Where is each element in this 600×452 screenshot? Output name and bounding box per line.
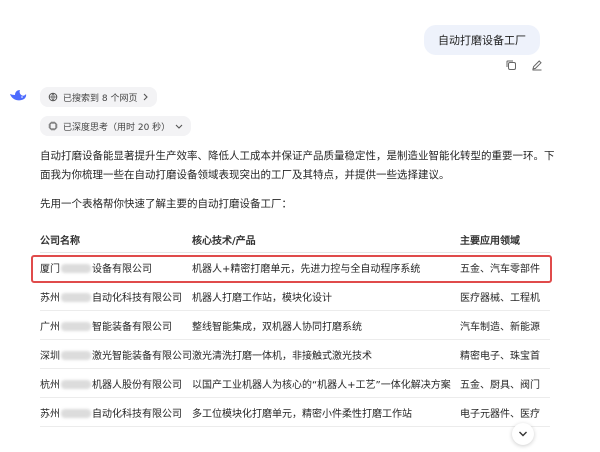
edit-icon[interactable] bbox=[530, 58, 544, 72]
core-tech: 以国产工业机器人为核心的“机器人+工艺”一体化解决方案 bbox=[192, 368, 460, 398]
core-tech: 机器人打磨工作站，模块化设计 bbox=[192, 281, 460, 311]
searched-pages-toggle[interactable]: 已搜索到 8 个网页 bbox=[40, 87, 158, 107]
table-row: 苏州 自动化科技有限公司 机器人打磨工作站，模块化设计 医疗器械、工程机 bbox=[40, 281, 550, 311]
deep-think-toggle[interactable]: 已深度思考（用时 20 秒） bbox=[40, 116, 192, 136]
chevron-down-icon bbox=[519, 431, 527, 437]
company-name: 杭州 机器人股份有限公司 bbox=[40, 368, 192, 398]
chevron-right-icon bbox=[144, 93, 149, 101]
answer-table-lead: 先用一个表格帮你快速了解主要的自动打磨设备工厂： bbox=[40, 198, 292, 210]
searched-label: 已搜索到 8 个网页 bbox=[63, 93, 138, 104]
table-row: 厦门 设备有限公司 机器人+精密打磨单元，先进力控与全自动程序系统 五金、汽车零部… bbox=[40, 252, 550, 282]
scroll-to-bottom-button[interactable] bbox=[512, 423, 534, 445]
company-name: 苏州 自动化科技有限公司 bbox=[40, 397, 192, 427]
table-header-row: 公司名称 核心技术/产品 主要应用领域 bbox=[40, 226, 550, 253]
table-row: 深圳 激光智能装备有限公司 激光清洗打磨一体机，非接触式激光技术 精密电子、珠宝首 bbox=[40, 339, 550, 369]
chevron-down-icon bbox=[175, 124, 183, 129]
factory-table: 公司名称 核心技术/产品 主要应用领域 厦门 设备有限公司 机器人+精密打磨单元，… bbox=[40, 226, 550, 427]
core-tech: 机器人+精密打磨单元，先进力控与全自动程序系统 bbox=[192, 252, 460, 282]
redacted-mark bbox=[61, 351, 91, 360]
core-tech: 多工位模块化打磨单元，精密小件柔性打磨工作站 bbox=[192, 397, 460, 427]
application-field: 五金、厨具、阀门 bbox=[460, 368, 550, 398]
table-row: 广州 智能装备有限公司 整线智能集成，双机器人协同打磨系统 汽车制造、新能源 bbox=[40, 310, 550, 340]
deep-think-label: 已深度思考（用时 20 秒） bbox=[63, 122, 171, 133]
core-tech: 整线智能集成，双机器人协同打磨系统 bbox=[192, 310, 460, 340]
application-field: 五金、汽车零部件 bbox=[460, 252, 550, 282]
whale-logo-icon bbox=[8, 86, 28, 106]
assistant-answer: 自动打磨设备能显著提升生产效率、降低人工成本并保证产品质量稳定性，是制造业智能化… bbox=[40, 147, 555, 224]
table-row-partial bbox=[40, 444, 540, 452]
answer-intro: 自动打磨设备能显著提升生产效率、降低人工成本并保证产品质量稳定性，是制造业智能化… bbox=[40, 150, 555, 181]
header-tech: 核心技术/产品 bbox=[192, 226, 460, 253]
application-field: 医疗器械、工程机 bbox=[460, 281, 550, 311]
redacted-mark bbox=[61, 293, 91, 302]
redacted-mark bbox=[61, 380, 91, 389]
application-field: 精密电子、珠宝首 bbox=[460, 339, 550, 369]
redacted-mark bbox=[61, 322, 91, 331]
application-field: 电子元器件、医疗 bbox=[460, 397, 550, 427]
redacted-mark bbox=[61, 264, 91, 273]
company-name: 厦门 设备有限公司 bbox=[40, 252, 192, 282]
user-message: 自动打磨设备工厂 bbox=[424, 25, 540, 55]
company-name: 深圳 激光智能装备有限公司 bbox=[40, 339, 192, 369]
table-row: 杭州 机器人股份有限公司 以国产工业机器人为核心的“机器人+工艺”一体化解决方案 … bbox=[40, 368, 550, 398]
company-name: 苏州 自动化科技有限公司 bbox=[40, 281, 192, 311]
web-search-icon bbox=[48, 92, 58, 102]
table-row: 苏州 自动化科技有限公司 多工位模块化打磨单元，精密小件柔性打磨工作站 电子元器件… bbox=[40, 397, 550, 427]
header-field: 主要应用领域 bbox=[460, 226, 550, 253]
core-tech: 激光清洗打磨一体机，非接触式激光技术 bbox=[192, 339, 460, 369]
deep-think-icon bbox=[48, 121, 58, 131]
header-company: 公司名称 bbox=[40, 226, 192, 253]
application-field: 汽车制造、新能源 bbox=[460, 310, 550, 340]
company-name: 广州 智能装备有限公司 bbox=[40, 310, 192, 340]
copy-icon[interactable] bbox=[504, 58, 518, 72]
redacted-mark bbox=[61, 409, 91, 418]
message-actions bbox=[504, 58, 544, 72]
